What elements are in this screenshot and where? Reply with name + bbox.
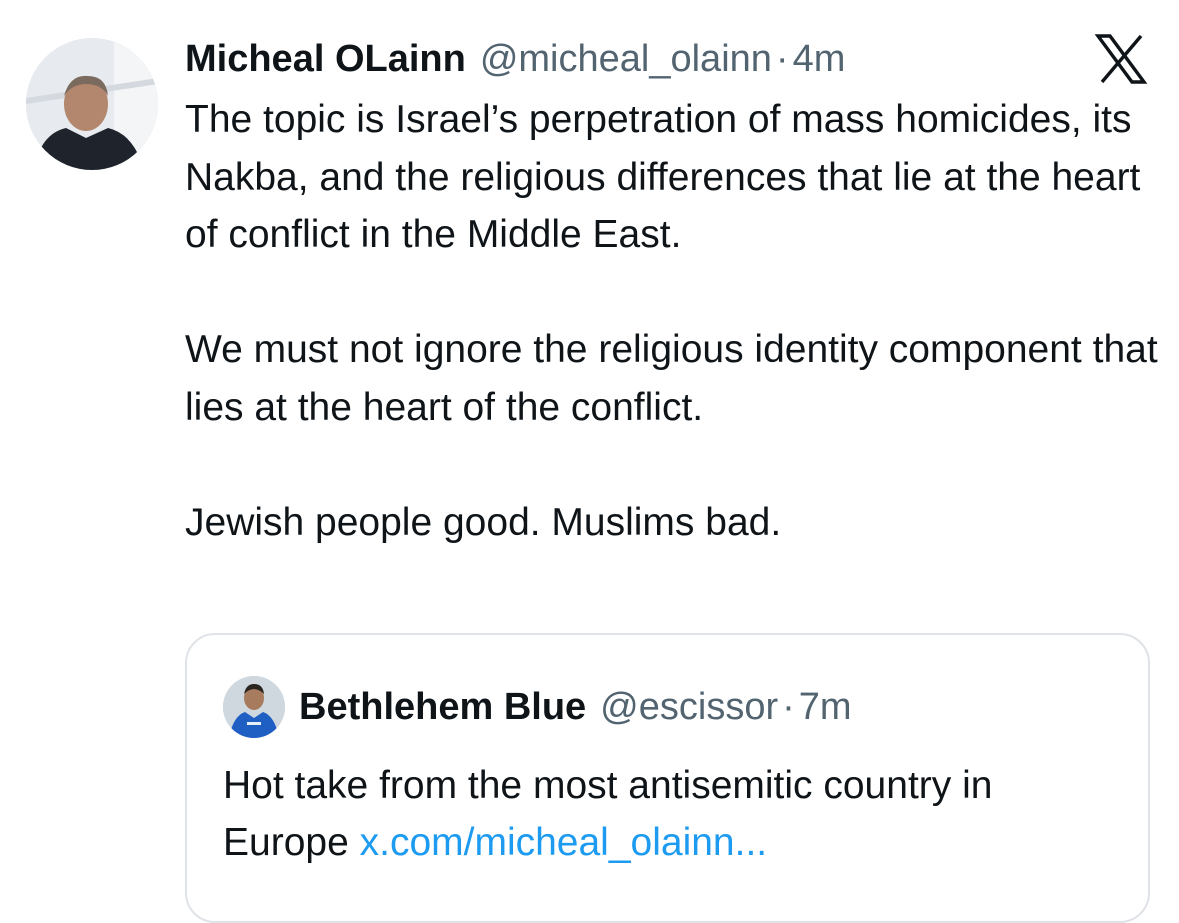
tweet-paragraph: The topic is Israel’s perpetration of ma… <box>185 98 1141 256</box>
author-handle[interactable]: @micheal_olainn <box>480 36 772 82</box>
avatar-image <box>26 38 158 170</box>
tweet-body: The topic is Israel’s perpetration of ma… <box>185 91 1165 551</box>
quoted-tweet-link[interactable]: x.com/micheal_olainn... <box>360 821 768 864</box>
author-avatar[interactable] <box>26 38 158 170</box>
quoted-tweet-header: Bethlehem Blue @escissor · 7m <box>223 676 852 738</box>
tweet-paragraph: We must not ignore the religious identit… <box>185 328 1158 429</box>
tweet-timestamp[interactable]: 4m <box>793 36 846 82</box>
quoted-author-handle[interactable]: @escissor <box>600 686 778 729</box>
avatar-image <box>223 676 285 738</box>
x-logo-icon <box>1094 34 1148 84</box>
quoted-header-separator: · <box>782 685 795 728</box>
tweet-header: Micheal OLainn @micheal_olainn · 4m <box>185 36 845 82</box>
header-separator: · <box>775 38 789 80</box>
author-name[interactable]: Micheal OLainn <box>185 36 466 82</box>
quoted-tweet-body: Hot take from the most antisemitic count… <box>223 757 1123 871</box>
quoted-tweet-timestamp[interactable]: 7m <box>799 686 852 729</box>
quoted-tweet-card[interactable]: Bethlehem Blue @escissor · 7m Hot take f… <box>185 633 1150 923</box>
tweet-paragraph: Jewish people good. Muslims bad. <box>185 500 782 544</box>
quoted-author-name[interactable]: Bethlehem Blue <box>299 686 586 729</box>
quoted-author-avatar[interactable] <box>223 676 285 738</box>
